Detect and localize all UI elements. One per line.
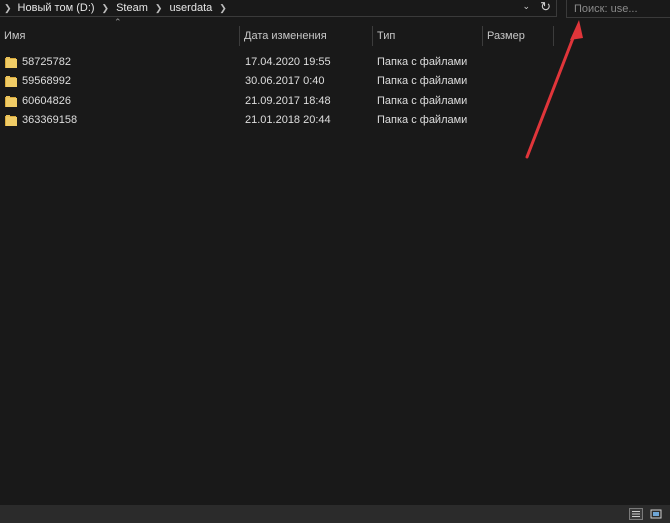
column-header-type-label: Тип [377,30,396,42]
breadcrumb-drive[interactable]: Новый том (D:) [18,2,95,14]
file-name: 60604826 [22,95,71,107]
search-box[interactable] [566,0,670,18]
list-item[interactable]: 60604826 21.09.2017 18:48 Папка с файлам… [0,92,670,111]
address-bar[interactable]: ❯ Новый том (D:) ❯ Steam ❯ userdata ❯ ⌄ … [0,0,557,17]
column-header-size-label: Размер [487,30,525,42]
column-header-type[interactable]: Тип [372,26,482,46]
folder-icon [5,76,17,87]
chevron-right-icon[interactable]: ❯ [4,3,12,14]
status-bar [0,505,670,523]
breadcrumb-userdata[interactable]: userdata [169,2,212,14]
column-header-size[interactable]: Размер [482,26,554,46]
file-type: Папка с файлами [377,114,468,126]
breadcrumb-steam[interactable]: Steam [116,2,148,14]
file-date: 21.09.2017 18:48 [245,95,331,107]
folder-icon [5,115,17,126]
search-input[interactable] [567,2,670,15]
file-name: 58725782 [22,56,71,68]
list-item[interactable]: 363369158 21.01.2018 20:44 Папка с файла… [0,111,670,130]
column-header-date-label: Дата изменения [244,30,327,42]
column-header-date[interactable]: Дата изменения [239,26,372,46]
list-item[interactable]: 58725782 17.04.2020 19:55 Папка с файлам… [0,53,670,72]
details-view-icon[interactable] [629,508,643,520]
chevron-right-icon[interactable]: ❯ [155,3,163,14]
column-header-name[interactable]: Имя [0,26,239,46]
column-header-name-label: Имя [4,30,26,42]
refresh-icon[interactable]: ↻ [540,0,551,15]
chevron-right-icon[interactable]: ❯ [219,3,227,14]
folder-icon [5,96,17,107]
sort-ascending-icon: ⌃ [114,17,122,27]
file-type: Папка с файлами [377,95,468,107]
file-type: Папка с файлами [377,75,468,87]
list-item[interactable]: 59568992 30.06.2017 0:40 Папка с файлами [0,72,670,91]
file-name: 363369158 [22,114,78,126]
large-icons-view-icon[interactable] [649,508,663,520]
folder-icon [5,57,17,68]
file-name: 59568992 [22,75,71,87]
file-date: 21.01.2018 20:44 [245,114,331,126]
file-date: 30.06.2017 0:40 [245,75,325,87]
column-header-row: Имя Дата изменения Тип Размер [0,26,670,46]
chevron-right-icon[interactable]: ❯ [102,3,110,14]
file-date: 17.04.2020 19:55 [245,56,331,68]
chevron-down-icon[interactable]: ⌄ [522,1,530,12]
file-type: Папка с файлами [377,56,468,68]
